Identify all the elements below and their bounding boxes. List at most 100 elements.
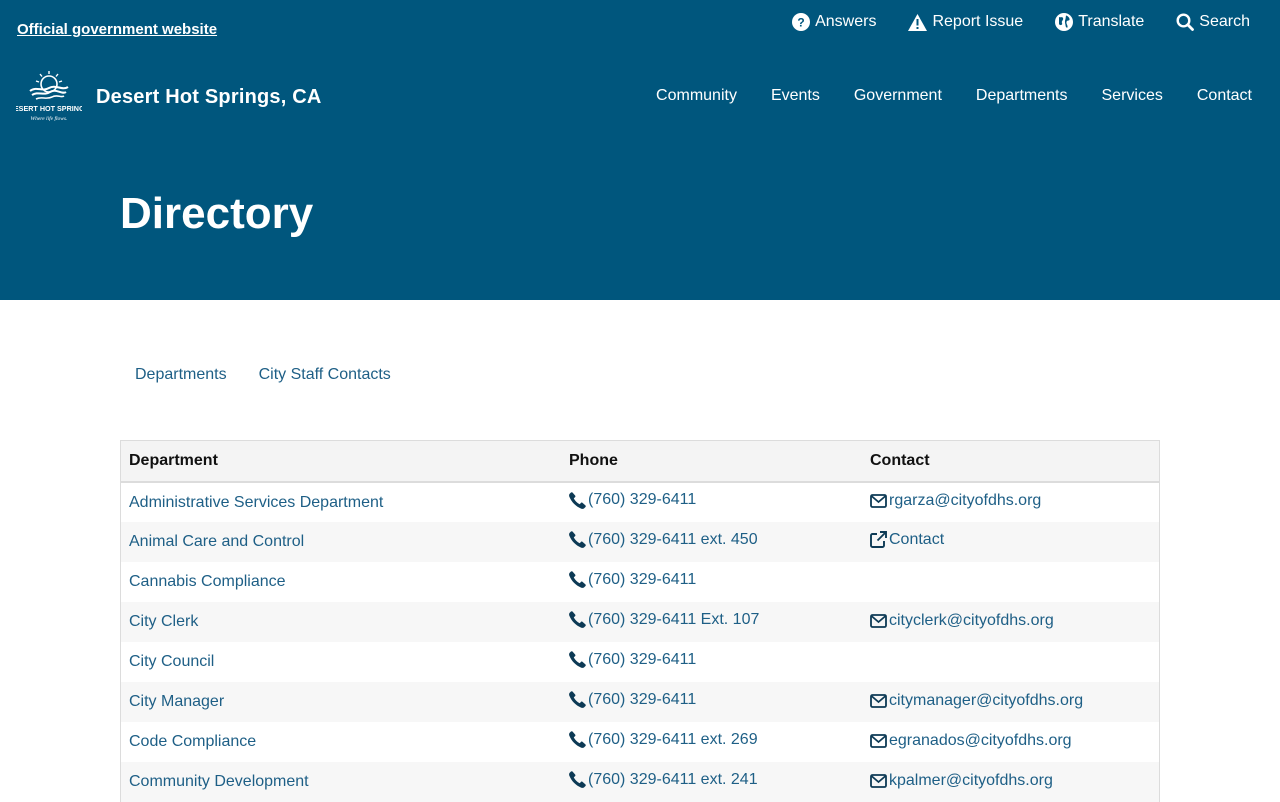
contact-cell: cityclerk@cityofdhs.org — [862, 602, 1159, 642]
phone-text: (760) 329-6411 — [588, 690, 697, 708]
nav-contact[interactable]: Contact — [1197, 87, 1252, 105]
phone-link[interactable]: (760) 329-6411 — [569, 691, 696, 709]
phone-text: (760) 329-6411 Ext. 107 — [588, 610, 760, 628]
contact-link[interactable]: Contact — [870, 531, 944, 549]
search-icon — [1176, 13, 1195, 31]
contact-link[interactable]: rgarza@cityofdhs.org — [870, 492, 1041, 510]
table-row: Code Compliance (760) 329-6411 ext. 269 … — [121, 722, 1159, 762]
phone-text: (760) 329-6411 — [588, 570, 697, 588]
contact-cell — [862, 562, 1159, 602]
phone-icon — [569, 531, 586, 549]
utility-nav: ? Answers Report Issue Translate Search — [792, 13, 1250, 31]
table-row: Community Development (760) 329-6411 ext… — [121, 762, 1159, 802]
report-issue-label: Report Issue — [932, 13, 1024, 30]
answers-link[interactable]: ? Answers — [792, 13, 876, 31]
contact-text: kpalmer@cityofdhs.org — [889, 771, 1053, 789]
table-row: Cannabis Compliance (760) 329-6411 — [121, 562, 1159, 602]
tab-city-staff-contacts[interactable]: City Staff Contacts — [259, 366, 391, 384]
envelope-icon — [870, 613, 887, 628]
phone-link[interactable]: (760) 329-6411 ext. 269 — [569, 731, 758, 749]
envelope-icon — [870, 733, 887, 748]
department-cell: City Clerk — [121, 602, 561, 642]
phone-text: (760) 329-6411 ext. 450 — [588, 530, 758, 548]
table-row: City Council (760) 329-6411 — [121, 642, 1159, 682]
phone-cell: (760) 329-6411 — [561, 482, 862, 522]
table-row: Administrative Services Department (760)… — [121, 482, 1159, 522]
contact-text: citymanager@cityofdhs.org — [889, 691, 1084, 709]
envelope-icon — [870, 773, 887, 788]
contact-link[interactable]: citymanager@cityofdhs.org — [870, 692, 1083, 710]
table-row: City Clerk (760) 329-6411 Ext. 107 cityc… — [121, 602, 1159, 642]
phone-icon — [569, 771, 586, 789]
phone-icon — [569, 691, 586, 709]
department-link[interactable]: Cannabis Compliance — [129, 573, 286, 590]
envelope-icon — [870, 693, 887, 708]
department-cell: Community Development — [121, 762, 561, 802]
city-logo[interactable]: DESERT HOT SPRINGS Where life flows. — [16, 70, 82, 124]
phone-icon — [569, 491, 586, 509]
nav-departments[interactable]: Departments — [976, 87, 1068, 105]
globe-icon — [1055, 13, 1074, 31]
phone-link[interactable]: (760) 329-6411 Ext. 107 — [569, 611, 759, 629]
phone-text: (760) 329-6411 ext. 269 — [588, 730, 758, 748]
nav-services[interactable]: Services — [1102, 87, 1163, 105]
nav-events[interactable]: Events — [771, 87, 820, 105]
directory-tabs: Departments City Staff Contacts — [135, 366, 391, 384]
department-link[interactable]: Community Development — [129, 773, 309, 790]
department-cell: City Council — [121, 642, 561, 682]
contact-link[interactable]: kpalmer@cityofdhs.org — [870, 772, 1053, 790]
column-header-phone: Phone — [561, 441, 862, 483]
svg-text:?: ? — [797, 16, 804, 30]
warning-icon — [908, 13, 928, 31]
phone-icon — [569, 611, 586, 629]
report-issue-link[interactable]: Report Issue — [908, 13, 1023, 31]
department-cell: Administrative Services Department — [121, 482, 561, 522]
site-name[interactable]: Desert Hot Springs, CA — [96, 86, 322, 109]
tab-departments[interactable]: Departments — [135, 366, 227, 384]
envelope-icon — [870, 494, 887, 508]
contact-cell: Contact — [862, 522, 1159, 562]
column-header-department: Department — [121, 441, 561, 483]
contact-cell: egranados@cityofdhs.org — [862, 722, 1159, 762]
phone-icon — [569, 731, 586, 749]
logo-text: DESERT HOT SPRINGS — [16, 104, 82, 113]
department-link[interactable]: City Clerk — [129, 613, 198, 630]
contact-link[interactable]: egranados@cityofdhs.org — [870, 732, 1072, 750]
contact-text: cityclerk@cityofdhs.org — [889, 611, 1054, 629]
department-link[interactable]: Code Compliance — [129, 733, 256, 750]
phone-cell: (760) 329-6411 ext. 450 — [561, 522, 862, 562]
phone-cell: (760) 329-6411 ext. 241 — [561, 762, 862, 802]
department-cell: Animal Care and Control — [121, 522, 561, 562]
directory-table: Department Phone Contact Administrative … — [120, 440, 1160, 802]
translate-label: Translate — [1078, 13, 1145, 30]
department-link[interactable]: City Manager — [129, 693, 224, 710]
phone-link[interactable]: (760) 329-6411 — [569, 651, 696, 669]
answers-label: Answers — [815, 13, 877, 30]
search-link[interactable]: Search — [1176, 13, 1250, 31]
contact-text: Contact — [889, 530, 945, 548]
nav-government[interactable]: Government — [854, 87, 942, 105]
phone-text: (760) 329-6411 — [588, 491, 697, 509]
department-link[interactable]: City Council — [129, 653, 214, 670]
phone-link[interactable]: (760) 329-6411 — [569, 491, 696, 509]
department-link[interactable]: Animal Care and Control — [129, 533, 304, 550]
contact-cell: citymanager@cityofdhs.org — [862, 682, 1159, 722]
table-row: City Manager (760) 329-6411 citymanager@… — [121, 682, 1159, 722]
phone-link[interactable]: (760) 329-6411 — [569, 571, 696, 589]
phone-link[interactable]: (760) 329-6411 ext. 241 — [569, 771, 758, 789]
contact-cell: rgarza@cityofdhs.org — [862, 482, 1159, 522]
department-cell: City Manager — [121, 682, 561, 722]
phone-text: (760) 329-6411 ext. 241 — [588, 770, 758, 788]
column-header-contact: Contact — [862, 441, 1159, 483]
translate-link[interactable]: Translate — [1055, 13, 1144, 31]
contact-link[interactable]: cityclerk@cityofdhs.org — [870, 612, 1054, 630]
phone-text: (760) 329-6411 — [588, 650, 697, 668]
nav-community[interactable]: Community — [656, 87, 737, 105]
phone-link[interactable]: (760) 329-6411 ext. 450 — [569, 531, 758, 549]
search-label: Search — [1199, 13, 1250, 30]
contact-text: rgarza@cityofdhs.org — [889, 492, 1042, 509]
department-link[interactable]: Administrative Services Department — [129, 494, 383, 511]
official-website-link[interactable]: Official government website — [17, 21, 217, 38]
phone-cell: (760) 329-6411 Ext. 107 — [561, 602, 862, 642]
phone-cell: (760) 329-6411 — [561, 682, 862, 722]
